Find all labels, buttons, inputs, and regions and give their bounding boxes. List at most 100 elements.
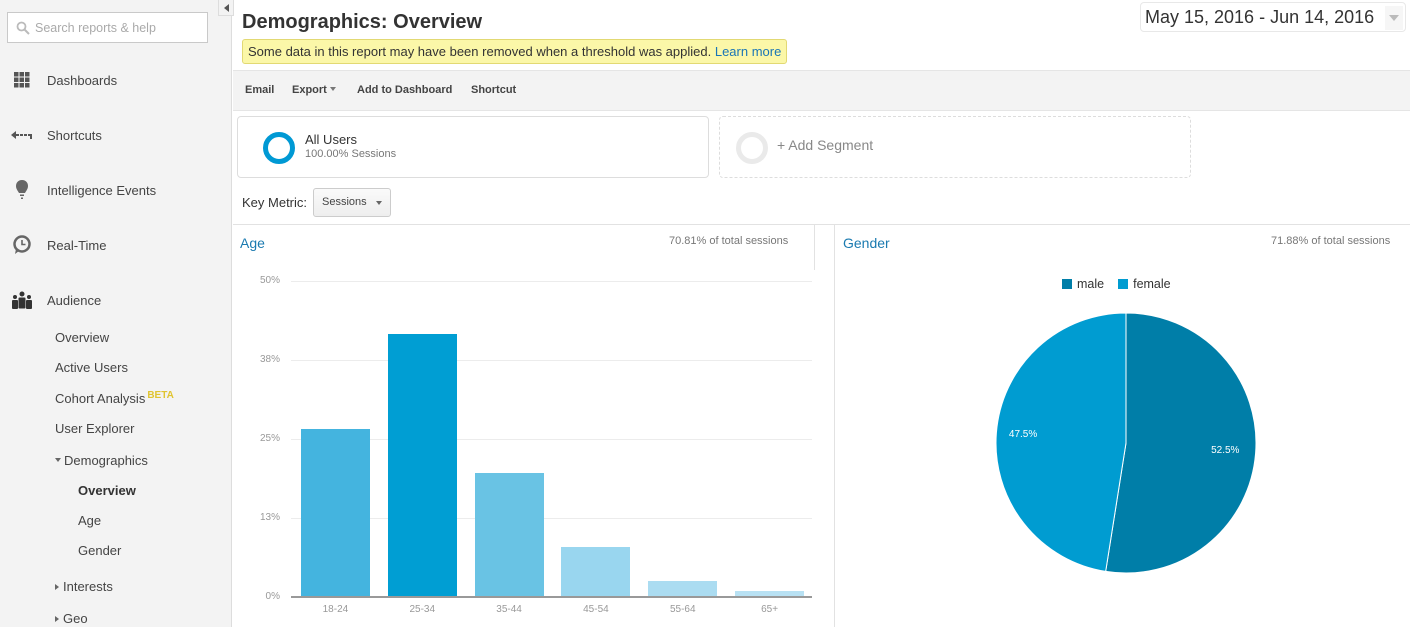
people-icon [11,289,33,311]
sidebar-item-active-users[interactable]: Active Users [55,360,128,375]
panel-separator [834,224,835,627]
y-tick-label: 50% [259,275,280,286]
learn-more-link[interactable]: Learn more [715,44,781,59]
export-button[interactable]: Export [292,84,336,96]
beta-badge: BETA [147,390,174,401]
pie-label-male: 52.5% [1211,444,1240,456]
pie-label-female: 47.5% [1008,429,1038,441]
age-bar-35-44[interactable] [474,473,544,597]
gender-legend: male female [1062,277,1185,291]
gridline [291,360,812,361]
x-tick-label: 45-54 [583,604,609,615]
add-segment-label: + Add Segment [777,137,874,153]
age-panel-title[interactable]: Age [240,235,265,251]
sidebar-item-user-explorer[interactable]: User Explorer [55,421,134,436]
sidebar-item-interests[interactable]: Interests [55,579,113,594]
analytics-app: Dashboards Shortcuts Intelligence Events… [0,0,1410,627]
legend-label-female: female [1133,277,1171,291]
segment-ring-icon [263,132,295,164]
sidebar-item-demographics-overview[interactable]: Overview [78,483,136,498]
sidebar-item-shortcuts[interactable]: Shortcuts [0,120,230,150]
email-button[interactable]: Email [245,84,274,96]
sidebar-item-demographics-gender[interactable]: Gender [78,543,121,558]
sidebar-item-real-time[interactable]: Real-Time [0,230,230,260]
threshold-notice: Some data in this report may have been r… [242,39,788,64]
x-tick-label: 25-34 [409,604,436,615]
segment-sessions: 100.00% Sessions [305,148,397,160]
sidebar-item-label: Cohort Analysis [55,391,146,406]
panels-divider [233,224,1410,225]
y-tick-label: 0% [265,591,280,602]
collapse-caret-icon [55,584,59,590]
sidebar-item-demographics[interactable]: Demographics [55,453,148,468]
sidebar-item-label: Shortcuts [47,127,102,143]
collapse-caret-icon [55,616,59,622]
sidebar-item-dashboards[interactable]: Dashboards [0,65,230,95]
sidebar-item-label: Interests [63,579,113,594]
x-axis-baseline [291,596,812,598]
report-toolbar: Email Export Add to Dashboard Shortcut [233,70,1410,111]
age-bar-18-24[interactable] [300,428,370,597]
chevron-down-icon [329,87,336,91]
notice-text: Some data in this report may have been r… [248,44,712,59]
date-range-picker[interactable]: May 15, 2016 - Jun 14, 2016 [1140,2,1406,32]
gender-pie-chart [995,312,1257,574]
gender-panel-title[interactable]: Gender [843,235,890,251]
legend-label-male: male [1077,277,1105,291]
legend-swatch-female [1118,279,1129,289]
sidebar-item-demographics-age[interactable]: Age [78,513,101,528]
clock-icon [11,234,33,256]
sidebar-collapse-button[interactable] [218,0,234,16]
sidebar-item-intelligence-events[interactable]: Intelligence Events [0,175,230,205]
key-metric-select[interactable]: Sessions [313,188,391,217]
chevron-down-icon [376,201,382,205]
age-bar-45-54[interactable] [561,547,631,597]
expand-caret-icon [55,458,61,462]
chevron-down-icon[interactable] [1385,6,1403,30]
sidebar-item-audience-overview[interactable]: Overview [55,330,109,345]
legend-swatch-male [1062,279,1072,289]
x-tick-label: 55-64 [669,604,696,615]
search-box[interactable] [7,12,208,43]
y-tick-label: 13% [259,512,280,523]
shortcuts-arrow-icon [11,124,33,146]
shortcut-button[interactable]: Shortcut [471,84,516,96]
x-tick-label: 65+ [761,604,779,615]
sidebar-item-label: Dashboards [47,72,118,88]
age-total-sessions: 70.81% of total sessions [669,235,789,247]
segment-ring-icon [736,132,768,164]
legend-item-male: male [1062,277,1104,291]
x-tick-label: 18-24 [322,604,349,615]
gender-total-sessions: 71.88% of total sessions [1271,235,1391,247]
y-tick-label: 25% [259,433,280,444]
pie-slice-female[interactable] [995,312,1127,572]
segment-all-users[interactable]: All Users 100.00% Sessions [237,116,709,178]
age-header-divider [814,224,815,270]
segment-name: All Users [305,132,358,147]
lightbulb-icon [11,179,33,201]
key-metric-value: Sessions [322,196,367,208]
sidebar-item-label: Real-Time [47,237,107,253]
sidebar-item-geo[interactable]: Geo [55,611,88,626]
sidebar-item-audience[interactable]: Audience [0,285,230,315]
sidebar-item-cohort-analysis[interactable]: Cohort Analysis BETA [55,390,174,406]
legend-item-female: female [1118,277,1171,291]
key-metric-label: Key Metric: [242,195,308,210]
search-icon [16,21,30,35]
search-input[interactable] [35,20,205,35]
pie-slice-male[interactable] [1105,312,1257,574]
sidebar-item-label: Audience [47,292,102,308]
sidebar: Dashboards Shortcuts Intelligence Events… [0,0,232,627]
y-tick-label: 38% [259,354,280,365]
sidebar-item-label: Demographics [64,453,148,468]
sidebar-item-label: Geo [63,611,88,626]
export-label: Export [292,84,327,96]
gridline [291,281,812,282]
x-tick-label: 35-44 [496,604,522,615]
add-segment-button[interactable]: + Add Segment [719,116,1191,178]
age-bar-55-64[interactable] [648,581,718,597]
add-to-dashboard-button[interactable]: Add to Dashboard [357,84,452,96]
age-bar-25-34[interactable] [387,334,457,597]
dashboards-grid-icon [11,69,33,91]
date-range-text: May 15, 2016 - Jun 14, 2016 [1145,6,1375,27]
